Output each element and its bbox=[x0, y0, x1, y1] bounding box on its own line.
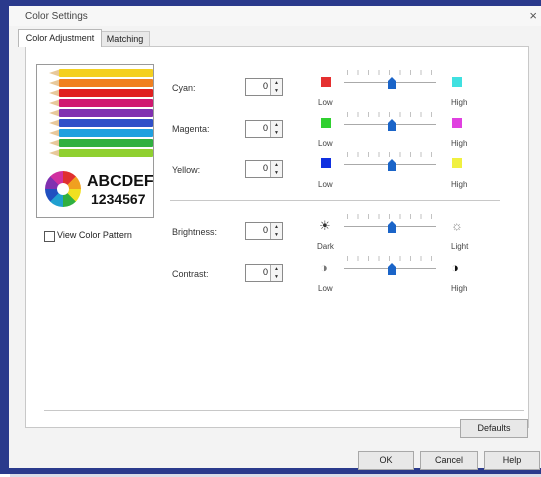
magenta-slider-ticks bbox=[347, 112, 433, 117]
brightness-spin-arrows[interactable]: ▲ ▼ bbox=[270, 223, 282, 239]
sun-light-icon: ☼ bbox=[451, 218, 463, 233]
contrast-high-label: High bbox=[451, 284, 468, 293]
pencil-orange bbox=[59, 79, 153, 87]
cyan-value: 0 bbox=[262, 81, 268, 91]
pencil-purple bbox=[59, 109, 153, 117]
brightness-value: 0 bbox=[262, 225, 268, 235]
brightness-low-label: Dark bbox=[317, 242, 334, 251]
ok-button[interactable]: OK bbox=[358, 451, 414, 470]
contrast-high-icon: ◑ bbox=[451, 260, 459, 275]
section-divider bbox=[170, 200, 500, 201]
pencil-blue bbox=[59, 119, 153, 127]
cyan-slider-thumb[interactable] bbox=[388, 77, 396, 89]
yellow-low-label: Low bbox=[318, 180, 333, 189]
contrast-low-label: Low bbox=[318, 284, 333, 293]
contrast-value: 0 bbox=[262, 267, 268, 277]
brightness-high-label: Light bbox=[451, 242, 469, 251]
cyan-label: Cyan: bbox=[172, 83, 196, 93]
contrast-low-icon: ◑ bbox=[320, 260, 328, 275]
tab-color-adjustment[interactable]: Color Adjustment bbox=[18, 29, 102, 47]
close-button[interactable]: × bbox=[529, 8, 537, 23]
cyan-high-label: High bbox=[451, 98, 468, 107]
magenta-label: Magenta: bbox=[172, 124, 210, 134]
cyan-slider-ticks bbox=[347, 70, 433, 75]
magenta-low-swatch bbox=[321, 118, 331, 128]
yellow-label: Yellow: bbox=[172, 165, 201, 175]
brightness-stepper[interactable]: 0 ▲ ▼ bbox=[245, 222, 283, 240]
outer-frame-left bbox=[0, 0, 9, 474]
contrast-spin-arrows[interactable]: ▲ ▼ bbox=[270, 265, 282, 281]
cyan-stepper[interactable]: 0 ▲ ▼ bbox=[245, 78, 283, 96]
sun-dark-icon: ☀ bbox=[319, 218, 331, 233]
title-bar: Color Settings × bbox=[9, 6, 541, 26]
footer-divider bbox=[44, 410, 524, 411]
yellow-high-label: High bbox=[451, 180, 468, 189]
cyan-low-label: Low bbox=[318, 98, 333, 107]
contrast-stepper[interactable]: 0 ▲ ▼ bbox=[245, 264, 283, 282]
contrast-slider-thumb[interactable] bbox=[388, 263, 396, 275]
yellow-slider-thumb[interactable] bbox=[388, 159, 396, 171]
brightness-label: Brightness: bbox=[172, 227, 218, 237]
brightness-slider-thumb[interactable] bbox=[388, 221, 396, 233]
yellow-spin-arrows[interactable]: ▲ ▼ bbox=[270, 161, 282, 177]
cyan-spin-arrows[interactable]: ▲ ▼ bbox=[270, 79, 282, 95]
view-color-pattern-label: View Color Pattern bbox=[57, 230, 132, 240]
color-preview-image: ABCDEF 1234567 bbox=[36, 64, 154, 218]
yellow-low-swatch bbox=[321, 158, 331, 168]
view-color-pattern-checkbox[interactable] bbox=[44, 231, 55, 242]
yellow-slider-ticks bbox=[347, 152, 433, 157]
contrast-label: Contrast: bbox=[172, 269, 209, 279]
cyan-high-swatch bbox=[452, 77, 462, 87]
preview-text-numbers: 1234567 bbox=[91, 191, 146, 207]
magenta-value: 0 bbox=[262, 123, 268, 133]
help-button[interactable]: Help bbox=[484, 451, 540, 470]
yellow-stepper[interactable]: 0 ▲ ▼ bbox=[245, 160, 283, 178]
pencil-lime bbox=[59, 149, 153, 157]
tab-matching[interactable]: Matching bbox=[100, 31, 150, 47]
magenta-low-label: Low bbox=[318, 139, 333, 148]
preview-text-letters: ABCDEF bbox=[87, 173, 154, 190]
pencil-yellow bbox=[59, 69, 153, 77]
pencil-green bbox=[59, 139, 153, 147]
cancel-button[interactable]: Cancel bbox=[420, 451, 478, 470]
pencil-sky bbox=[59, 129, 153, 137]
pencil-red bbox=[59, 89, 153, 97]
cyan-low-swatch bbox=[321, 77, 331, 87]
brightness-slider-ticks bbox=[347, 214, 433, 219]
magenta-stepper[interactable]: 0 ▲ ▼ bbox=[245, 120, 283, 138]
yellow-value: 0 bbox=[262, 163, 268, 173]
yellow-high-swatch bbox=[452, 158, 462, 168]
magenta-high-swatch bbox=[452, 118, 462, 128]
magenta-slider-thumb[interactable] bbox=[388, 119, 396, 131]
color-wheel-center bbox=[57, 183, 69, 195]
defaults-button[interactable]: Defaults bbox=[460, 419, 528, 438]
magenta-high-label: High bbox=[451, 139, 468, 148]
window-title: Color Settings bbox=[25, 11, 88, 22]
pencil-magenta bbox=[59, 99, 153, 107]
magenta-spin-arrows[interactable]: ▲ ▼ bbox=[270, 121, 282, 137]
contrast-slider-ticks bbox=[347, 256, 433, 261]
